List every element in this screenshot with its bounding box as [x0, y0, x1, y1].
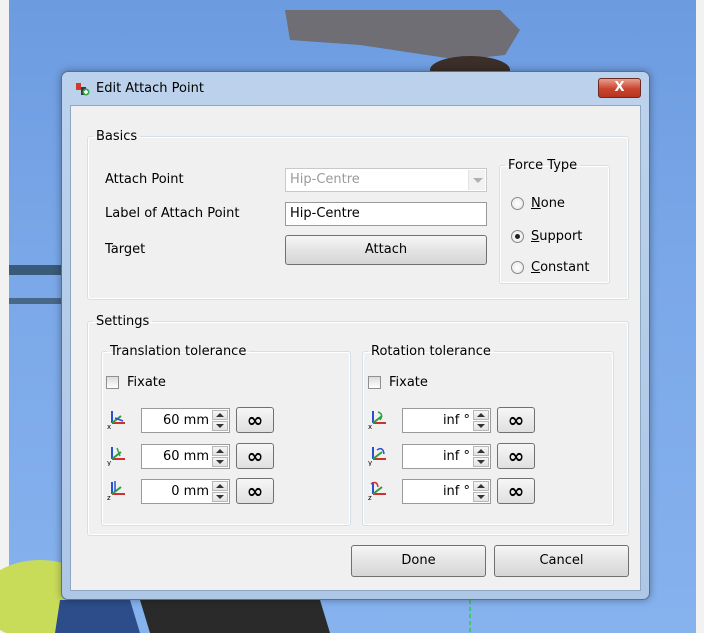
rotation-z-axis-icon: z	[368, 481, 386, 501]
translation-z-infinite-button[interactable]: ∞	[236, 478, 274, 504]
svg-text:x: x	[107, 423, 111, 430]
attach-point-label: Attach Point	[105, 172, 184, 187]
spin-down-icon[interactable]	[473, 421, 489, 431]
translation-tolerance-legend: Translation tolerance	[110, 344, 247, 359]
attach-button[interactable]: Attach	[285, 235, 487, 265]
translation-x-value: 60 mm	[162, 413, 209, 428]
dialog-body: Basics Attach Point Hip-Centre Label of …	[70, 105, 641, 591]
rotation-z-spinbox[interactable]: inf °	[402, 479, 491, 504]
translation-z-axis-icon: z	[107, 481, 125, 501]
spin-down-icon[interactable]	[473, 457, 489, 467]
translation-y-infinite-button[interactable]: ∞	[236, 443, 274, 469]
rotation-fixate-box[interactable]	[368, 376, 381, 389]
translation-x-axis-icon: x	[107, 411, 125, 430]
label-input-value: Hip-Centre	[290, 206, 360, 221]
rotation-x-axis-icon: x	[368, 411, 386, 430]
done-button[interactable]: Done	[351, 545, 486, 577]
target-label: Target	[105, 242, 146, 257]
translation-fixate-label: Fixate	[127, 375, 166, 390]
spin-up-icon[interactable]	[212, 481, 228, 491]
spin-down-icon[interactable]	[212, 492, 228, 502]
spin-down-icon[interactable]	[212, 457, 228, 467]
support-radio[interactable]	[511, 230, 524, 243]
translation-fixate-box[interactable]	[106, 376, 119, 389]
attach-point-icon	[76, 83, 90, 96]
label-of-attach-point-label: Label of Attach Point	[105, 206, 240, 221]
rotation-x-spinbox[interactable]: inf °	[402, 408, 491, 433]
translation-y-value: 60 mm	[162, 449, 209, 464]
spin-up-icon[interactable]	[473, 446, 489, 456]
spin-up-icon[interactable]	[212, 410, 228, 420]
dialog-title: Edit Attach Point	[96, 81, 204, 96]
close-icon: X	[614, 80, 625, 95]
rotation-y-value: inf °	[442, 449, 470, 464]
basics-legend: Basics	[96, 129, 138, 144]
rotation-z-value: inf °	[442, 484, 470, 499]
spin-down-icon[interactable]	[212, 421, 228, 431]
translation-y-axis-icon: y	[107, 447, 125, 466]
force-type-legend: Force Type	[508, 158, 578, 173]
rotation-fixate-label: Fixate	[389, 375, 428, 390]
chevron-down-icon[interactable]	[468, 170, 485, 190]
translation-x-spinbox[interactable]: 60 mm	[141, 408, 230, 433]
rotation-y-spinbox[interactable]: inf °	[402, 444, 491, 469]
rotation-tolerance-legend: Rotation tolerance	[371, 344, 491, 359]
none-radio[interactable]	[511, 197, 524, 210]
spin-down-icon[interactable]	[473, 492, 489, 502]
spin-up-icon[interactable]	[473, 410, 489, 420]
svg-text:y: y	[368, 459, 372, 466]
label-input[interactable]: Hip-Centre	[285, 202, 487, 226]
translation-z-spinbox[interactable]: 0 mm	[141, 479, 230, 504]
edit-attach-point-dialog: Edit Attach Point X Basics Attach Point …	[61, 71, 650, 600]
rotation-x-infinite-button[interactable]: ∞	[497, 407, 535, 433]
bone-left	[9, 265, 64, 275]
bone-left-lower	[9, 298, 64, 304]
cancel-button[interactable]: Cancel	[494, 545, 629, 577]
rotation-y-infinite-button[interactable]: ∞	[497, 443, 535, 469]
close-button[interactable]: X	[598, 78, 641, 98]
constant-radio[interactable]	[511, 261, 524, 274]
spin-up-icon[interactable]	[473, 481, 489, 491]
support-label: Support	[531, 229, 583, 244]
svg-text:z: z	[107, 494, 111, 501]
rotation-x-value: inf °	[442, 413, 470, 428]
svg-text:y: y	[107, 459, 111, 466]
settings-legend: Settings	[96, 314, 150, 329]
svg-text:x: x	[368, 423, 372, 430]
pelvis-shape	[285, 10, 520, 60]
rotation-y-axis-icon: y	[368, 447, 386, 466]
constant-label: Constant	[531, 260, 590, 275]
spin-up-icon[interactable]	[212, 446, 228, 456]
translation-x-infinite-button[interactable]: ∞	[236, 407, 274, 433]
translation-y-spinbox[interactable]: 60 mm	[141, 444, 230, 469]
cloth-shape	[55, 600, 140, 633]
attach-point-value: Hip-Centre	[290, 172, 360, 187]
none-label: None	[531, 196, 565, 211]
svg-text:z: z	[368, 494, 372, 501]
translation-z-value: 0 mm	[171, 484, 209, 499]
title-bar[interactable]: Edit Attach Point X	[62, 72, 649, 105]
attach-point-select[interactable]: Hip-Centre	[285, 168, 487, 192]
rotation-z-infinite-button[interactable]: ∞	[497, 478, 535, 504]
leg-shape	[140, 600, 330, 633]
